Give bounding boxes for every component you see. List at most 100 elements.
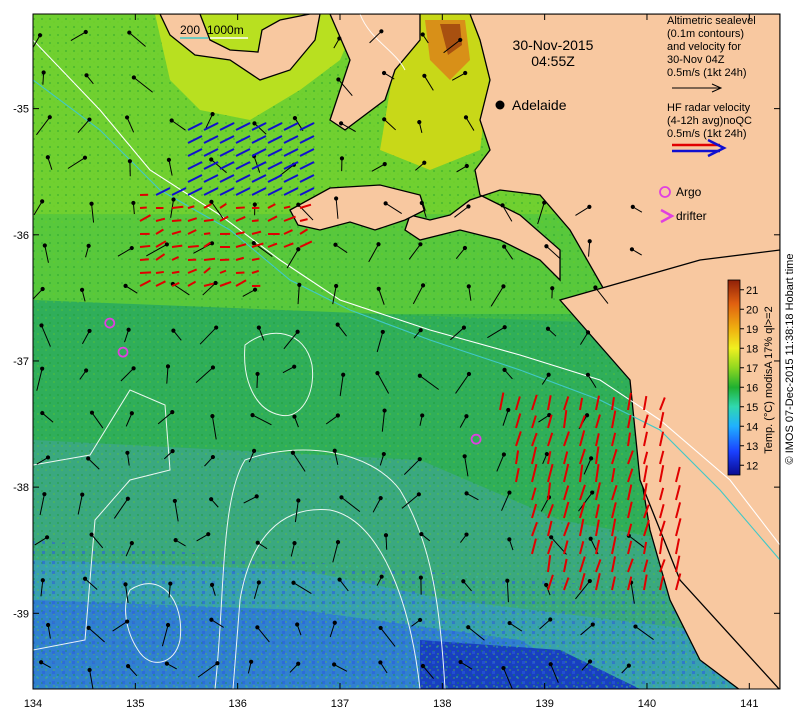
hf-radar-arrow (203, 218, 214, 222)
svg-text:Altimetric sealevel: Altimetric sealevel (667, 15, 756, 27)
hf-radar-arrow (139, 244, 151, 248)
velocity-arrow-tail (171, 328, 176, 333)
velocity-arrow-tail (466, 371, 472, 377)
velocity-arrow-tail (339, 121, 344, 126)
colorbar-tick-label: 12 (746, 460, 758, 472)
velocity-arrow-tail (296, 661, 301, 666)
svg-text:30-Nov 04Z: 30-Nov 04Z (667, 54, 725, 66)
velocity-arrow-tail (86, 243, 91, 248)
x-tick-label: 135 (126, 698, 144, 710)
velocity-arrow-tail (548, 662, 553, 667)
velocity-arrow-tail (169, 118, 174, 123)
y-tick-label: -35 (13, 104, 29, 116)
velocity-arrow-tail (379, 29, 384, 34)
velocity-arrow-tail (382, 408, 387, 413)
velocity-arrow-tail (378, 496, 383, 501)
velocity-arrow-tail (89, 201, 94, 206)
velocity-arrow-tail (461, 579, 466, 584)
svg-text:0.5m/s (1kt 24h): 0.5m/s (1kt 24h) (667, 128, 746, 140)
velocity-arrow-tail (251, 448, 257, 453)
velocity-arrow-tail (380, 329, 385, 335)
svg-text:HF radar velocity: HF radar velocity (667, 102, 751, 114)
velocity-arrow-tail (550, 286, 555, 291)
velocity-arrow-tail (544, 451, 549, 457)
velocity-arrow-tail (418, 328, 423, 333)
velocity-arrow-tail (123, 283, 128, 288)
velocity-arrow-tail (292, 541, 297, 546)
velocity-arrow-tail (462, 245, 468, 251)
time-label: 04:55Z (531, 53, 575, 69)
velocity-arrow-tail (466, 625, 471, 630)
velocity-arrow-tail (125, 664, 131, 669)
velocity-arrow-tail (417, 373, 422, 378)
y-tick-label: -37 (13, 356, 29, 368)
velocity-arrow-tail (40, 366, 45, 371)
velocity-arrow-tail (251, 240, 256, 246)
velocity-arrow-tail (585, 372, 591, 377)
velocity-arrow-tail (422, 160, 427, 165)
velocity-arrow-tail (501, 452, 506, 457)
velocity-arrow-tail (466, 284, 471, 289)
velocity-arrow-tail (500, 203, 505, 208)
velocity-arrow-tail (87, 328, 92, 334)
velocity-arrow-tail (458, 37, 463, 43)
x-tick-label: 134 (24, 698, 42, 710)
velocity-arrow-tail (464, 414, 469, 419)
velocity-arrow-tail (255, 540, 260, 545)
hf-radar-arrow (283, 205, 291, 209)
velocity-arrow-tail (297, 282, 302, 287)
svg-text:(0.1m contours): (0.1m contours) (667, 28, 744, 40)
velocity-arrow-tail (170, 449, 175, 454)
velocity-arrow-tail (587, 659, 593, 664)
credit: © IMOS 07-Dec-2015 11:38:18 Hobart time (784, 253, 796, 465)
velocity-arrow-tail (383, 201, 388, 206)
velocity-arrow-tail (376, 242, 381, 247)
velocity-arrow-tail (209, 241, 215, 246)
svg-text:(4-12h avg)noQC: (4-12h avg)noQC (667, 115, 752, 127)
velocity-arrow-tail (40, 410, 45, 416)
velocity-arrow-tail (206, 532, 211, 537)
velocity-arrow-tail (332, 448, 337, 453)
velocity-arrow-tail (87, 667, 92, 673)
hf-radar-arrow (171, 205, 184, 209)
hf-radar-arrow (251, 257, 260, 261)
velocity-arrow-tail (39, 660, 44, 665)
velocity-arrow-tail (378, 625, 383, 631)
velocity-arrow-tail (382, 117, 387, 122)
velocity-arrow-tail (126, 327, 131, 332)
svg-text:0.5m/s (1kt 24h): 0.5m/s (1kt 24h) (667, 67, 746, 79)
velocity-arrow-tail (295, 329, 300, 334)
velocity-arrow-tail (39, 323, 44, 328)
velocity-arrow-tail (296, 498, 301, 503)
velocity-arrow-tail (129, 245, 134, 251)
y-tick-label: -36 (13, 230, 29, 242)
velocity-arrow-tail (381, 70, 387, 76)
velocity-arrow-tail (125, 450, 130, 455)
velocity-arrow-tail (129, 540, 134, 546)
svg-text:1000m: 1000m (207, 23, 244, 37)
velocity-arrow-tail (210, 414, 215, 419)
x-tick-label: 139 (535, 698, 553, 710)
colorbar-tick-label: 15 (746, 402, 758, 414)
velocity-arrow-tail (80, 492, 85, 497)
velocity-arrow-tail (418, 575, 423, 580)
velocity-arrow-tail (463, 70, 468, 76)
hf-radar-arrow (251, 219, 259, 222)
velocity-arrow-tail (333, 242, 338, 247)
velocity-arrow-tail (629, 247, 635, 252)
velocity-arrow-tail (209, 157, 214, 162)
hf-radar-arrow (155, 270, 164, 274)
velocity-arrow-tail (417, 120, 422, 125)
velocity-arrow-tail (86, 456, 91, 461)
hf-radar-arrow (203, 257, 216, 261)
velocity-arrow-tail (292, 364, 297, 369)
velocity-arrow-tail (590, 622, 595, 627)
hf-radar-arrow (235, 206, 245, 209)
velocity-arrow-tail (418, 617, 423, 623)
velocity-arrow-tail (209, 199, 214, 204)
svg-text:Argo: Argo (676, 185, 702, 199)
velocity-arrow-tail (171, 197, 176, 202)
velocity-arrow-tail (127, 30, 132, 35)
hf-radar-arrow (187, 245, 199, 248)
velocity-arrow-tail (382, 162, 387, 167)
